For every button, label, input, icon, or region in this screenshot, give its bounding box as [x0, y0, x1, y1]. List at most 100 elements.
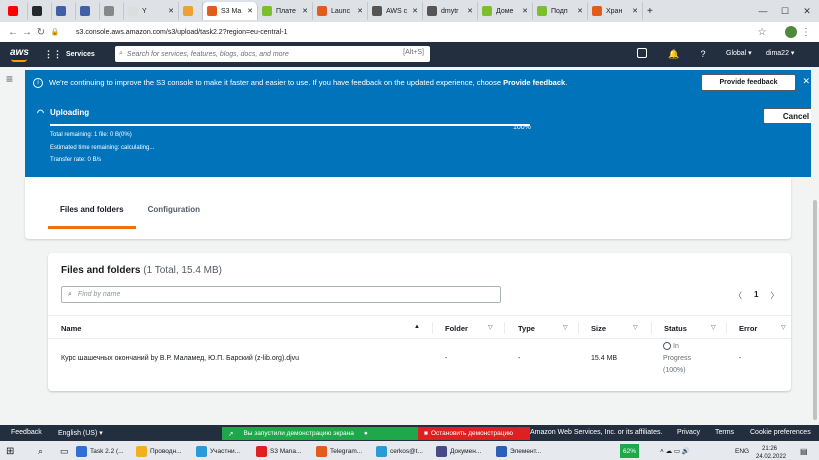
- close-window-icon[interactable]: ✕: [796, 0, 818, 22]
- sort-icon[interactable]: ▽: [711, 324, 716, 331]
- language-selector[interactable]: English (US) ▾: [58, 429, 103, 437]
- taskbar-app[interactable]: Докумен...: [436, 444, 481, 458]
- browser-tab[interactable]: [52, 2, 76, 20]
- col-divider[interactable]: [504, 322, 505, 334]
- browser-tab[interactable]: Доме ✕: [478, 2, 533, 20]
- windows-start-icon[interactable]: ⊞: [6, 444, 14, 458]
- browser-tab[interactable]: Хран ✕: [588, 2, 643, 20]
- taskbar-app[interactable]: Task 2.2 (...: [76, 444, 124, 458]
- browser-tab[interactable]: Launc ✕: [313, 2, 368, 20]
- browser-tab[interactable]: [76, 2, 100, 20]
- sort-icon[interactable]: ▽: [633, 324, 638, 331]
- sort-icon[interactable]: ▽: [488, 324, 493, 331]
- hamburger-icon[interactable]: ≡: [6, 72, 13, 86]
- col-name[interactable]: Name: [61, 324, 81, 333]
- minimize-icon[interactable]: —: [752, 0, 774, 22]
- close-tab-icon[interactable]: ✕: [467, 7, 473, 15]
- search-icon[interactable]: ⌕: [38, 444, 43, 458]
- battery-indicator[interactable]: 62%: [620, 444, 640, 458]
- col-status[interactable]: Status: [664, 324, 687, 333]
- browser-tab[interactable]: [28, 2, 52, 20]
- close-tab-icon[interactable]: ✕: [168, 7, 174, 15]
- language-indicator[interactable]: ENG: [735, 444, 749, 458]
- find-by-name-input[interactable]: ⌕ Find by name: [61, 286, 501, 303]
- stop-share-button[interactable]: ■ Остановить демонстрацию: [418, 427, 530, 440]
- col-size[interactable]: Size: [591, 324, 606, 333]
- sort-asc-icon[interactable]: ▲: [414, 324, 420, 330]
- account-menu[interactable]: dima22 ▾: [766, 49, 794, 57]
- url-text[interactable]: s3.console.aws.amazon.com/s3/upload/task…: [76, 29, 287, 36]
- close-tab-icon[interactable]: ✕: [302, 7, 308, 15]
- menu-icon[interactable]: ⋮: [799, 27, 813, 38]
- close-tab-icon[interactable]: ✕: [577, 7, 583, 15]
- close-tab-icon[interactable]: ✕: [412, 7, 418, 15]
- taskbar-app[interactable]: S3 Mana...: [256, 444, 301, 458]
- browser-tab[interactable]: dmytr ✕: [423, 2, 478, 20]
- tray-icons[interactable]: ˄ ☁ ▭ 🔊: [660, 444, 690, 458]
- task-view-icon[interactable]: ▭: [60, 444, 69, 458]
- sort-icon[interactable]: ▽: [563, 324, 568, 331]
- close-tab-icon[interactable]: ✕: [247, 7, 253, 15]
- close-tab-icon[interactable]: ✕: [357, 7, 363, 15]
- browser-tab[interactable]: [179, 2, 203, 20]
- footer-terms[interactable]: Terms: [715, 429, 734, 436]
- upload-percent: 100%: [513, 124, 531, 131]
- page-number[interactable]: 1: [754, 290, 758, 301]
- col-folder[interactable]: Folder: [445, 324, 468, 333]
- star-icon[interactable]: ☆: [755, 27, 769, 38]
- provide-feedback-button[interactable]: Provide feedback: [701, 74, 796, 91]
- col-divider[interactable]: [578, 322, 579, 334]
- close-tab-icon[interactable]: ✕: [632, 7, 638, 15]
- scrollbar-thumb[interactable]: [813, 200, 817, 420]
- col-type[interactable]: Type: [518, 324, 535, 333]
- tab-files-and-folders[interactable]: Files and folders: [48, 197, 136, 229]
- browser-tab[interactable]: Плате ✕: [258, 2, 313, 20]
- footer-feedback[interactable]: Feedback: [11, 429, 42, 436]
- search-input[interactable]: ⌕ Search for services, features, blogs, …: [115, 46, 430, 62]
- col-divider[interactable]: [651, 322, 652, 334]
- aws-logo[interactable]: aws: [10, 47, 29, 58]
- tab-favicon-icon: [207, 6, 217, 16]
- forward-icon[interactable]: →: [20, 27, 34, 38]
- close-tab-icon[interactable]: ✕: [522, 7, 528, 15]
- browser-tab[interactable]: [100, 2, 124, 20]
- back-icon[interactable]: ←: [6, 27, 20, 38]
- region-selector[interactable]: Global ▾: [726, 49, 752, 57]
- services-menu[interactable]: ⋮⋮ Services: [44, 46, 95, 62]
- browser-tab[interactable]: Подп ✕: [533, 2, 588, 20]
- prev-page-button[interactable]: 〈: [734, 290, 742, 301]
- taskbar-app[interactable]: cerkos@t...: [376, 444, 423, 458]
- taskbar-app[interactable]: Проводн...: [136, 444, 182, 458]
- clock-date[interactable]: 24.02.2022: [756, 450, 786, 460]
- bell-icon[interactable]: 🔔: [668, 48, 680, 60]
- lock-icon[interactable]: 🔒: [48, 28, 62, 36]
- browser-tab[interactable]: [4, 2, 28, 20]
- taskbar-app[interactable]: Telegram...: [316, 444, 362, 458]
- footer-privacy[interactable]: Privacy: [677, 429, 700, 436]
- tab-configuration[interactable]: Configuration: [136, 197, 212, 229]
- reload-icon[interactable]: ↻: [34, 27, 48, 38]
- taskbar-app[interactable]: Участни...: [196, 444, 240, 458]
- browser-tab[interactable]: S3 Ма ✕: [203, 2, 258, 20]
- cloudshell-icon[interactable]: [637, 48, 647, 58]
- next-page-button[interactable]: 〉: [770, 290, 778, 301]
- taskbar-app[interactable]: Элемент...: [496, 444, 541, 458]
- col-divider[interactable]: [432, 322, 433, 334]
- help-icon[interactable]: ?: [697, 48, 709, 60]
- file-type: -: [518, 355, 521, 362]
- close-icon[interactable]: ✕: [802, 76, 810, 87]
- col-error[interactable]: Error: [739, 324, 757, 333]
- tab-label: Доме: [496, 7, 514, 15]
- pin-icon[interactable]: ●: [364, 430, 368, 437]
- new-tab-button[interactable]: +: [643, 2, 657, 20]
- browser-tab[interactable]: AWS c ✕: [368, 2, 423, 20]
- footer-cookie-preferences[interactable]: Cookie preferences: [750, 429, 811, 436]
- search-shortcut: [Alt+S]: [403, 49, 424, 56]
- profile-avatar[interactable]: [785, 26, 797, 38]
- browser-tab[interactable]: Y ✕: [124, 2, 179, 20]
- col-divider[interactable]: [726, 322, 727, 334]
- services-label: Services: [66, 50, 95, 58]
- maximize-icon[interactable]: ☐: [774, 0, 796, 22]
- sort-icon[interactable]: ▽: [781, 324, 786, 331]
- notification-icon[interactable]: ▤: [800, 444, 808, 458]
